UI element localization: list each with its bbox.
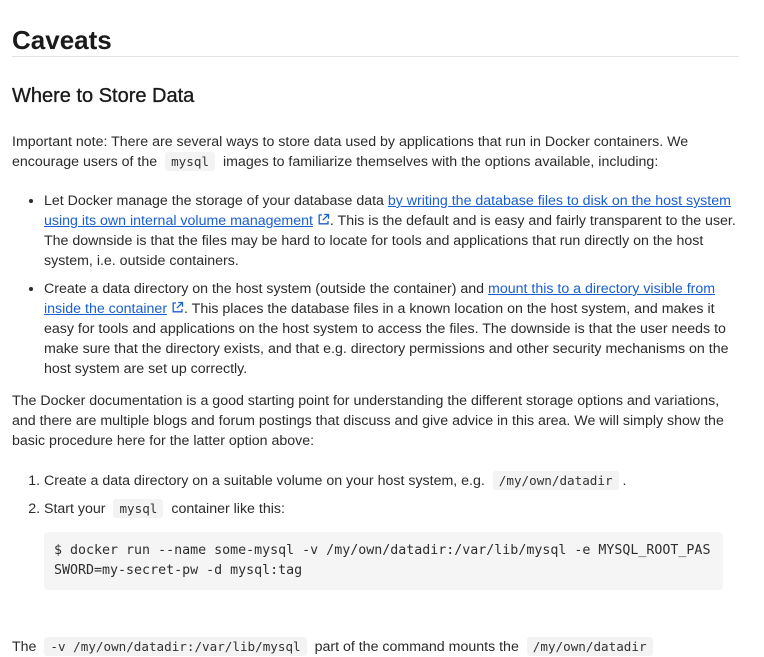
step-item: Create a data directory on a suitable vo… xyxy=(44,471,739,491)
storage-options-list: Let Docker manage the storage of your da… xyxy=(12,191,739,379)
intro-text-after: images to familiarize themselves with th… xyxy=(222,154,659,170)
docker-docs-paragraph: The Docker documentation is a good start… xyxy=(12,393,724,449)
list-item: Let Docker manage the storage of your da… xyxy=(44,191,739,271)
intro-paragraph: Important note: There are several ways t… xyxy=(12,132,739,172)
list-item-text: Create a data directory on the host syst… xyxy=(44,281,488,297)
step-text-end: container like this: xyxy=(171,501,285,517)
steps-list: Create a data directory on a suitable vo… xyxy=(12,471,739,590)
list-item-text: Let Docker manage the storage of your da… xyxy=(44,193,388,209)
section-heading: Where to Store Data xyxy=(12,85,195,107)
step-text: Create a data directory on a suitable vo… xyxy=(44,473,485,489)
inline-code-mysql: mysql xyxy=(165,152,215,171)
inline-code-datadir: /my/own/datadir xyxy=(526,637,653,656)
doc-page: Caveats Where to Store Data Important no… xyxy=(12,0,739,656)
paragraph-text: part of the command mounts the xyxy=(314,639,519,655)
inline-code-datadir: /my/own/datadir xyxy=(492,471,619,490)
page-title: Caveats xyxy=(12,25,112,55)
mount-explanation-paragraph: The -v /my/own/datadir:/var/lib/mysql pa… xyxy=(12,637,657,657)
title-divider xyxy=(12,56,739,57)
step-text: Start your xyxy=(44,501,106,517)
code-block[interactable]: $ docker run --name some-mysql -v /my/ow… xyxy=(44,532,723,590)
list-item: Create a data directory on the host syst… xyxy=(44,279,739,379)
step-item: Start your mysql container like this: $ … xyxy=(44,499,739,590)
step-text-end: . xyxy=(622,473,627,489)
inline-code-mysql: mysql xyxy=(113,499,164,518)
inline-code-volume-flag: -v /my/own/datadir:/var/lib/mysql xyxy=(44,637,307,656)
external-link-icon[interactable] xyxy=(171,301,184,314)
external-link-icon[interactable] xyxy=(317,213,330,226)
paragraph-text: The xyxy=(12,639,37,655)
